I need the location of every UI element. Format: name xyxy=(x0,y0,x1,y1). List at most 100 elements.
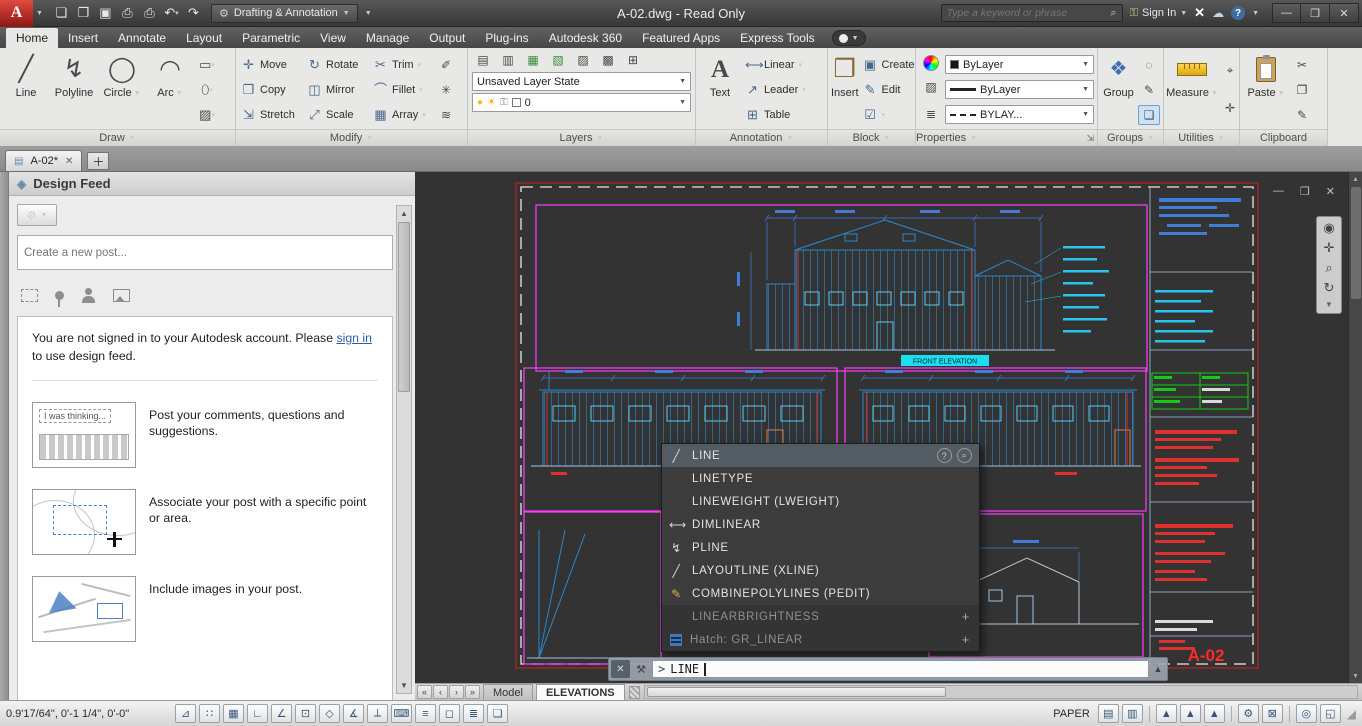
tab-manage[interactable]: Manage xyxy=(356,28,419,48)
fillet-button[interactable]: ⌒Fillet▾ xyxy=(371,79,435,100)
zoom-icon[interactable]: ⌕ xyxy=(1325,261,1332,274)
grid-display-toggle[interactable]: ▦ xyxy=(223,704,244,723)
circle-button[interactable]: ◯ Circle▼ xyxy=(99,50,145,129)
group-button[interactable]: ❖ Group xyxy=(1101,50,1136,129)
scroll-up-icon[interactable]: ▲ xyxy=(400,206,408,221)
app-logo[interactable]: A xyxy=(0,0,33,27)
tab-parametric[interactable]: Parametric xyxy=(232,28,310,48)
leader-button[interactable]: ↗Leader▾ xyxy=(743,79,824,100)
layer-off-button[interactable]: ▩ xyxy=(597,50,619,70)
object-snap-toggle[interactable]: ⊡ xyxy=(295,704,316,723)
stretch-button[interactable]: ⇲Stretch xyxy=(239,104,305,125)
help-icon[interactable]: ? xyxy=(1231,6,1245,20)
popup-item-linearbrightness[interactable]: LINEARBRIGHTNESS + xyxy=(662,605,979,628)
popup-item-hatch-gr-linear[interactable]: Hatch: GR_LINEAR + xyxy=(662,628,979,651)
table-button[interactable]: ⊞Table xyxy=(743,104,824,125)
redo-button[interactable]: ↷ xyxy=(183,2,204,24)
tab-splitter[interactable] xyxy=(629,686,640,699)
sign-in-link[interactable]: sign in xyxy=(336,331,372,345)
panel-label-groups[interactable]: Groups▼ xyxy=(1098,129,1163,146)
exchange-apps-icon[interactable]: ✕ xyxy=(1194,5,1205,21)
object-color-dropdown[interactable]: ByLayer ▼ xyxy=(945,55,1094,74)
tab-elevations[interactable]: ELEVATIONS xyxy=(536,684,625,700)
tab-view[interactable]: View xyxy=(310,28,356,48)
qat-customize-arrow[interactable]: ▼ xyxy=(358,2,379,24)
layer-state-icon[interactable]: ▥ xyxy=(497,50,519,70)
offset-button[interactable]: ≋ xyxy=(435,105,457,125)
next-layout-button[interactable]: › xyxy=(449,685,464,699)
line-button[interactable]: ╱ Line xyxy=(3,50,49,129)
close-button[interactable]: ✕ xyxy=(1330,3,1359,23)
close-file-tab-icon[interactable]: ✕ xyxy=(65,156,73,167)
undo-button[interactable]: ↶▾ xyxy=(161,2,182,24)
toolbar-lock-button[interactable]: ⊠ xyxy=(1262,704,1283,723)
popup-item-linetype[interactable]: LINETYPE xyxy=(662,467,979,490)
first-layout-button[interactable]: « xyxy=(417,685,432,699)
sign-in-button[interactable]: ⚿ Sign In ▼ xyxy=(1130,7,1188,20)
clean-screen-button[interactable]: ◱ xyxy=(1320,704,1341,723)
layer-dropdown[interactable]: ● ☀ ⚿ 0 ▼ xyxy=(472,93,691,112)
lineweight-display-toggle[interactable]: ≡ xyxy=(415,704,436,723)
match-properties-button[interactable]: ▨ xyxy=(920,77,942,97)
canvas-scrollbar[interactable]: ▲ ▼ xyxy=(1348,172,1362,683)
group-selection-toggle[interactable]: ❏ xyxy=(1138,105,1160,125)
ungroup-button[interactable]: ◌ xyxy=(1138,55,1160,75)
expand-plus-icon[interactable]: + xyxy=(962,609,972,624)
navbar-more-icon[interactable]: ▼ xyxy=(1325,301,1333,309)
properties-list-button[interactable]: ≣ xyxy=(920,104,942,124)
tab-featured-apps[interactable]: Featured Apps xyxy=(632,28,730,48)
linetype-dropdown[interactable]: BYLAY... ▼ xyxy=(945,105,1094,124)
tab-insert[interactable]: Insert xyxy=(58,28,108,48)
transparency-toggle[interactable]: ◻ xyxy=(439,704,460,723)
tab-express-tools[interactable]: Express Tools xyxy=(730,28,824,48)
help-arrow-icon[interactable]: ▼ xyxy=(1252,10,1259,17)
scroll-up-icon[interactable]: ▲ xyxy=(1349,172,1362,186)
recent-commands-arrow[interactable]: ▲ xyxy=(1151,664,1165,674)
quick-view-layouts-button[interactable]: ▤ xyxy=(1098,704,1119,723)
pan-icon[interactable]: ✛ xyxy=(1324,241,1335,254)
explode-button[interactable]: ✳ xyxy=(435,80,457,100)
polar-tracking-toggle[interactable]: ∠ xyxy=(271,704,292,723)
panel-label-utilities[interactable]: Utilities▼ xyxy=(1164,129,1239,146)
tab-annotate[interactable]: Annotate xyxy=(108,28,176,48)
lineweight-dropdown[interactable]: ByLayer ▼ xyxy=(945,80,1094,99)
rectangle-flyout-button[interactable]: ▭▾ xyxy=(195,54,219,76)
palette-grip[interactable] xyxy=(0,172,9,700)
tab-layout[interactable]: Layout xyxy=(176,28,232,48)
layer-unisolate-button[interactable]: ▧ xyxy=(547,50,569,70)
match-properties-paint-button[interactable]: ✎ xyxy=(1291,105,1313,125)
scale-button[interactable]: ⤢Scale xyxy=(305,104,371,125)
app-menu-arrow-icon[interactable]: ▼ xyxy=(33,10,46,17)
pin-icon[interactable] xyxy=(55,291,64,300)
mirror-button[interactable]: ◫Mirror xyxy=(305,79,371,100)
rotate-button[interactable]: ↻Rotate xyxy=(305,54,371,75)
new-drawing-tab-button[interactable]: ＋ xyxy=(87,152,109,170)
annotation-autoscale-button[interactable]: ▲ xyxy=(1180,704,1201,723)
new-button[interactable]: ❏ xyxy=(51,2,72,24)
tag-person-icon[interactable] xyxy=(81,288,96,303)
drawing-close-button[interactable]: ✕ xyxy=(1326,185,1335,198)
insert-block-button[interactable]: ❒ Insert xyxy=(831,50,859,129)
ribbon-options-button[interactable]: ▼ xyxy=(832,30,866,46)
popup-item-lineweight[interactable]: LINEWEIGHT (LWEIGHT) xyxy=(662,490,979,513)
tab-output[interactable]: Output xyxy=(419,28,475,48)
panel-launcher-icon[interactable]: ⇲ xyxy=(1086,133,1094,144)
panel-label-annotation[interactable]: Annotation▼ xyxy=(696,129,827,146)
move-button[interactable]: ✛Move xyxy=(239,54,305,75)
orbit-icon[interactable]: ↻ xyxy=(1324,281,1335,294)
last-layout-button[interactable]: » xyxy=(465,685,480,699)
feed-settings-button[interactable]: ⚙▼ xyxy=(17,204,57,226)
new-post-input[interactable] xyxy=(18,236,392,269)
block-attributes-button[interactable]: ☑▾ xyxy=(861,104,917,125)
copy-clip-button[interactable]: ❐ xyxy=(1291,80,1313,100)
linear-dimension-button[interactable]: ⟷Linear▾ xyxy=(743,54,824,75)
navigation-wheel-icon[interactable]: ◉ xyxy=(1323,221,1334,234)
quick-view-drawings-button[interactable]: ▥ xyxy=(1122,704,1143,723)
infer-constraints-toggle[interactable]: ⊿ xyxy=(175,704,196,723)
prev-layout-button[interactable]: ‹ xyxy=(433,685,448,699)
quick-properties-toggle[interactable]: ≣ xyxy=(463,704,484,723)
command-input[interactable]: > LINE xyxy=(652,660,1149,678)
text-button[interactable]: A Text xyxy=(699,50,741,129)
tab-model[interactable]: Model xyxy=(483,684,533,700)
workspace-dropdown[interactable]: ⚙ Drafting & Annotation ▼ xyxy=(211,4,358,23)
